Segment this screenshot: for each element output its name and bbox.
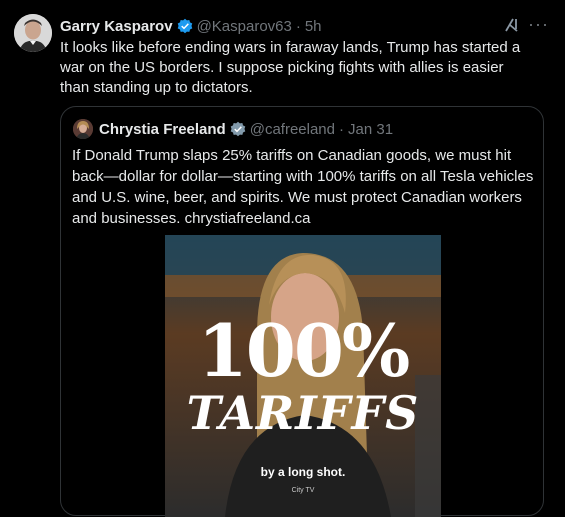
video-headline-word: TARIFFS xyxy=(186,386,420,440)
tweet-header: Garry Kasparov @Kasparov63 · 5h xyxy=(60,16,322,36)
quoted-tweet-header: Chrystia Freeland @cafreeland · Jan 31 xyxy=(99,119,393,139)
author-avatar[interactable] xyxy=(14,14,52,52)
video-headline-number: 100% xyxy=(197,308,411,393)
video-caption: by a long shot. xyxy=(260,465,346,479)
tweet-timestamp[interactable]: 5h xyxy=(305,18,322,35)
separator-dot: · xyxy=(295,17,301,35)
quoted-timestamp[interactable]: Jan 31 xyxy=(348,121,393,138)
more-icon[interactable]: ··· xyxy=(528,14,548,34)
quoted-author-handle[interactable]: @cafreeland xyxy=(250,121,335,138)
separator-dot: · xyxy=(339,120,344,138)
quoted-tweet[interactable]: Chrystia Freeland @cafreeland · Jan 31 I… xyxy=(60,106,544,517)
quoted-video[interactable]: 100% TARIFFS by a long shot. City TV xyxy=(165,235,441,517)
verified-badge-icon xyxy=(230,121,245,137)
verified-badge-icon xyxy=(177,18,192,34)
author-name[interactable]: Garry Kasparov xyxy=(60,18,173,35)
quoted-author-avatar[interactable] xyxy=(73,119,93,139)
grok-icon[interactable] xyxy=(503,16,521,34)
author-handle[interactable]: @Kasparov63 xyxy=(197,18,292,35)
quoted-tweet-text: If Donald Trump slaps 25% tariffs on Can… xyxy=(72,147,534,227)
video-source-watermark: City TV xyxy=(291,487,315,494)
tweet-text: It looks like before ending wars in fara… xyxy=(60,39,521,96)
quoted-author-name[interactable]: Chrystia Freeland xyxy=(99,121,226,138)
